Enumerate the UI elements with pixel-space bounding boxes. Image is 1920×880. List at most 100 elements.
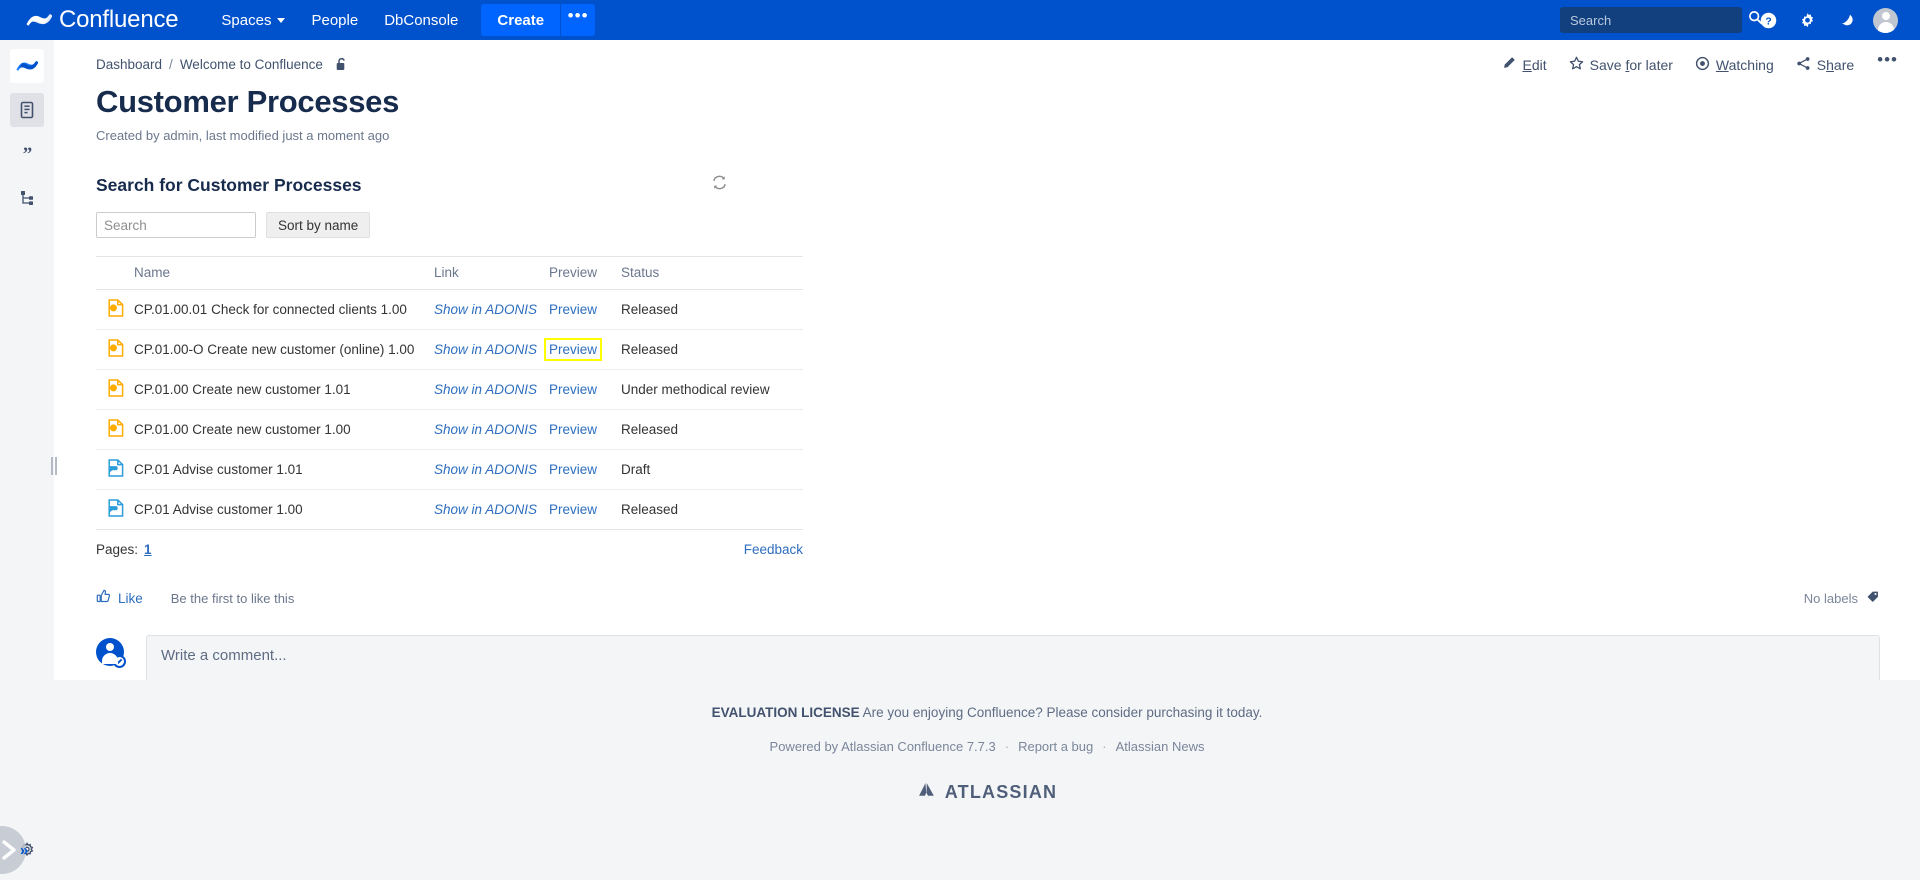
row-icon-cell xyxy=(96,410,134,450)
footer-dot-1: · xyxy=(1005,739,1009,754)
row-name-cell: CP.01.00-O Create new customer (online) … xyxy=(134,330,434,370)
search-input[interactable] xyxy=(1568,12,1748,29)
preview-link[interactable]: Preview xyxy=(549,302,597,317)
global-search-box[interactable] xyxy=(1560,7,1742,33)
row-link-cell: Show in ADONIS xyxy=(434,410,549,450)
top-nav-right-cluster: ? xyxy=(1560,0,1898,40)
rail-bottom-cluster: » xyxy=(0,834,54,880)
breadcrumb-item-dashboard[interactable]: Dashboard xyxy=(96,57,162,72)
show-in-adonis-link[interactable]: Show in ADONIS xyxy=(434,462,537,477)
pencil-icon xyxy=(1502,56,1516,73)
more-actions-icon[interactable]: ••• xyxy=(1867,50,1908,79)
show-in-adonis-link[interactable]: Show in ADONIS xyxy=(434,382,537,397)
blog-quote-icon[interactable]: ” xyxy=(10,137,44,171)
nav-item-spaces[interactable]: Spaces xyxy=(208,0,298,40)
user-avatar[interactable] xyxy=(1873,8,1898,33)
footer-links: Powered by Atlassian Confluence 7.7.3 · … xyxy=(770,739,1205,754)
like-button[interactable]: Like xyxy=(96,589,143,607)
table-row: CP.01.00 Create new customer 1.01Show in… xyxy=(96,370,803,410)
like-status-text: Be the first to like this xyxy=(171,591,295,606)
row-preview-cell: Preview xyxy=(549,330,621,370)
row-status-cell: Under methodical review xyxy=(621,370,803,410)
nav-item-people[interactable]: People xyxy=(298,0,371,40)
process-document-orange-icon xyxy=(108,299,134,320)
row-preview-cell: Preview xyxy=(549,490,621,530)
pages-icon[interactable] xyxy=(10,93,44,127)
evaluation-license-notice: EVALUATION LICENSE Are you enjoying Conf… xyxy=(712,705,1263,720)
expand-sidebar-icon[interactable]: » xyxy=(20,842,28,859)
preview-link[interactable]: Preview xyxy=(546,340,600,359)
report-a-bug-link[interactable]: Report a bug xyxy=(1018,739,1093,754)
svg-text:?: ? xyxy=(1765,16,1771,27)
row-link-cell: Show in ADONIS xyxy=(434,370,549,410)
show-in-adonis-link[interactable]: Show in ADONIS xyxy=(434,502,537,517)
preview-link[interactable]: Preview xyxy=(549,502,597,517)
row-preview-cell: Preview xyxy=(549,410,621,450)
preview-link[interactable]: Preview xyxy=(549,462,597,477)
row-status-cell: Draft xyxy=(621,450,803,490)
row-icon-cell xyxy=(96,370,134,410)
help-icon[interactable]: ? xyxy=(1755,7,1781,33)
show-in-adonis-link[interactable]: Show in ADONIS xyxy=(434,342,537,357)
watching-button[interactable]: Watching xyxy=(1686,51,1783,79)
process-document-blue-icon xyxy=(108,459,134,480)
processes-table: Name Link Preview Status CP.01.00.01 Che… xyxy=(96,256,803,530)
page-title: Customer Processes xyxy=(96,84,1880,120)
labels-text: No labels xyxy=(1804,591,1858,606)
preview-link[interactable]: Preview xyxy=(549,422,597,437)
share-icon xyxy=(1796,56,1811,74)
show-in-adonis-link[interactable]: Show in ADONIS xyxy=(434,422,537,437)
preview-link[interactable]: Preview xyxy=(549,382,597,397)
share-button[interactable]: Share xyxy=(1787,51,1863,79)
macro-search-input[interactable] xyxy=(96,212,256,238)
create-more-button[interactable]: ••• xyxy=(561,4,595,36)
atlassian-mark-icon xyxy=(917,780,936,804)
comment-composer: Write a comment... xyxy=(96,635,1880,680)
edit-button[interactable]: Edit xyxy=(1493,51,1555,78)
show-in-adonis-link[interactable]: Show in ADONIS xyxy=(434,302,537,317)
row-name-cell: CP.01 Advise customer 1.00 xyxy=(134,490,434,530)
label-tag-icon[interactable] xyxy=(1866,590,1880,607)
row-preview-cell: Preview xyxy=(549,450,621,490)
powered-by-link[interactable]: Powered by Atlassian Confluence 7.7.3 xyxy=(770,739,996,754)
create-button[interactable]: Create xyxy=(481,4,560,36)
refresh-sync-icon[interactable] xyxy=(708,171,730,193)
row-icon-cell xyxy=(96,450,134,490)
process-document-blue-icon xyxy=(108,499,134,520)
page-tree-icon[interactable] xyxy=(10,181,44,215)
space-logo-icon[interactable] xyxy=(10,49,44,83)
chevron-down-icon xyxy=(277,18,285,23)
save-for-later-button[interactable]: Save for later xyxy=(1560,51,1682,79)
sidebar-resize-handle[interactable] xyxy=(51,455,57,477)
table-row: CP.01 Advise customer 1.00Show in ADONIS… xyxy=(96,490,803,530)
row-name-cell: CP.01 Advise customer 1.01 xyxy=(134,450,434,490)
comment-input[interactable]: Write a comment... xyxy=(146,635,1880,680)
unlocked-padlock-icon[interactable] xyxy=(335,57,348,72)
page-content-area: Dashboard / Welcome to Confluence Custom… xyxy=(54,40,1920,680)
confluence-home-link[interactable]: Confluence xyxy=(26,0,178,40)
macro-controls: Sort by name xyxy=(96,212,818,238)
confluence-logo-icon xyxy=(26,7,52,33)
like-label: Like xyxy=(118,591,143,606)
breadcrumb-item-welcome-to-confluence[interactable]: Welcome to Confluence xyxy=(180,57,323,72)
atlassian-news-link[interactable]: Atlassian News xyxy=(1116,739,1205,754)
atlassian-logo: ATLASSIAN xyxy=(917,780,1057,804)
process-document-orange-icon xyxy=(108,339,134,360)
primary-nav-items: Spaces People DbConsole Create ••• xyxy=(208,0,595,40)
labels-area[interactable]: No labels xyxy=(1804,590,1880,607)
atlassian-wordmark: ATLASSIAN xyxy=(945,782,1057,803)
row-icon-cell xyxy=(96,330,134,370)
sort-by-name-button[interactable]: Sort by name xyxy=(266,212,370,238)
col-header-status: Status xyxy=(621,257,803,290)
row-name-cell: CP.01.00 Create new customer 1.00 xyxy=(134,410,434,450)
like-and-labels-row: Like Be the first to like this No labels xyxy=(96,589,1880,607)
page-number-1[interactable]: 1 xyxy=(144,542,152,557)
feedback-link[interactable]: Feedback xyxy=(744,542,803,557)
row-preview-cell: Preview xyxy=(549,290,621,330)
row-preview-cell: Preview xyxy=(549,370,621,410)
nav-item-dbconsole[interactable]: DbConsole xyxy=(371,0,471,40)
settings-gear-icon[interactable] xyxy=(1794,7,1820,33)
col-header-link: Link xyxy=(434,257,549,290)
notifications-bell-icon[interactable] xyxy=(1833,7,1859,33)
breadcrumb-separator: / xyxy=(169,57,173,72)
